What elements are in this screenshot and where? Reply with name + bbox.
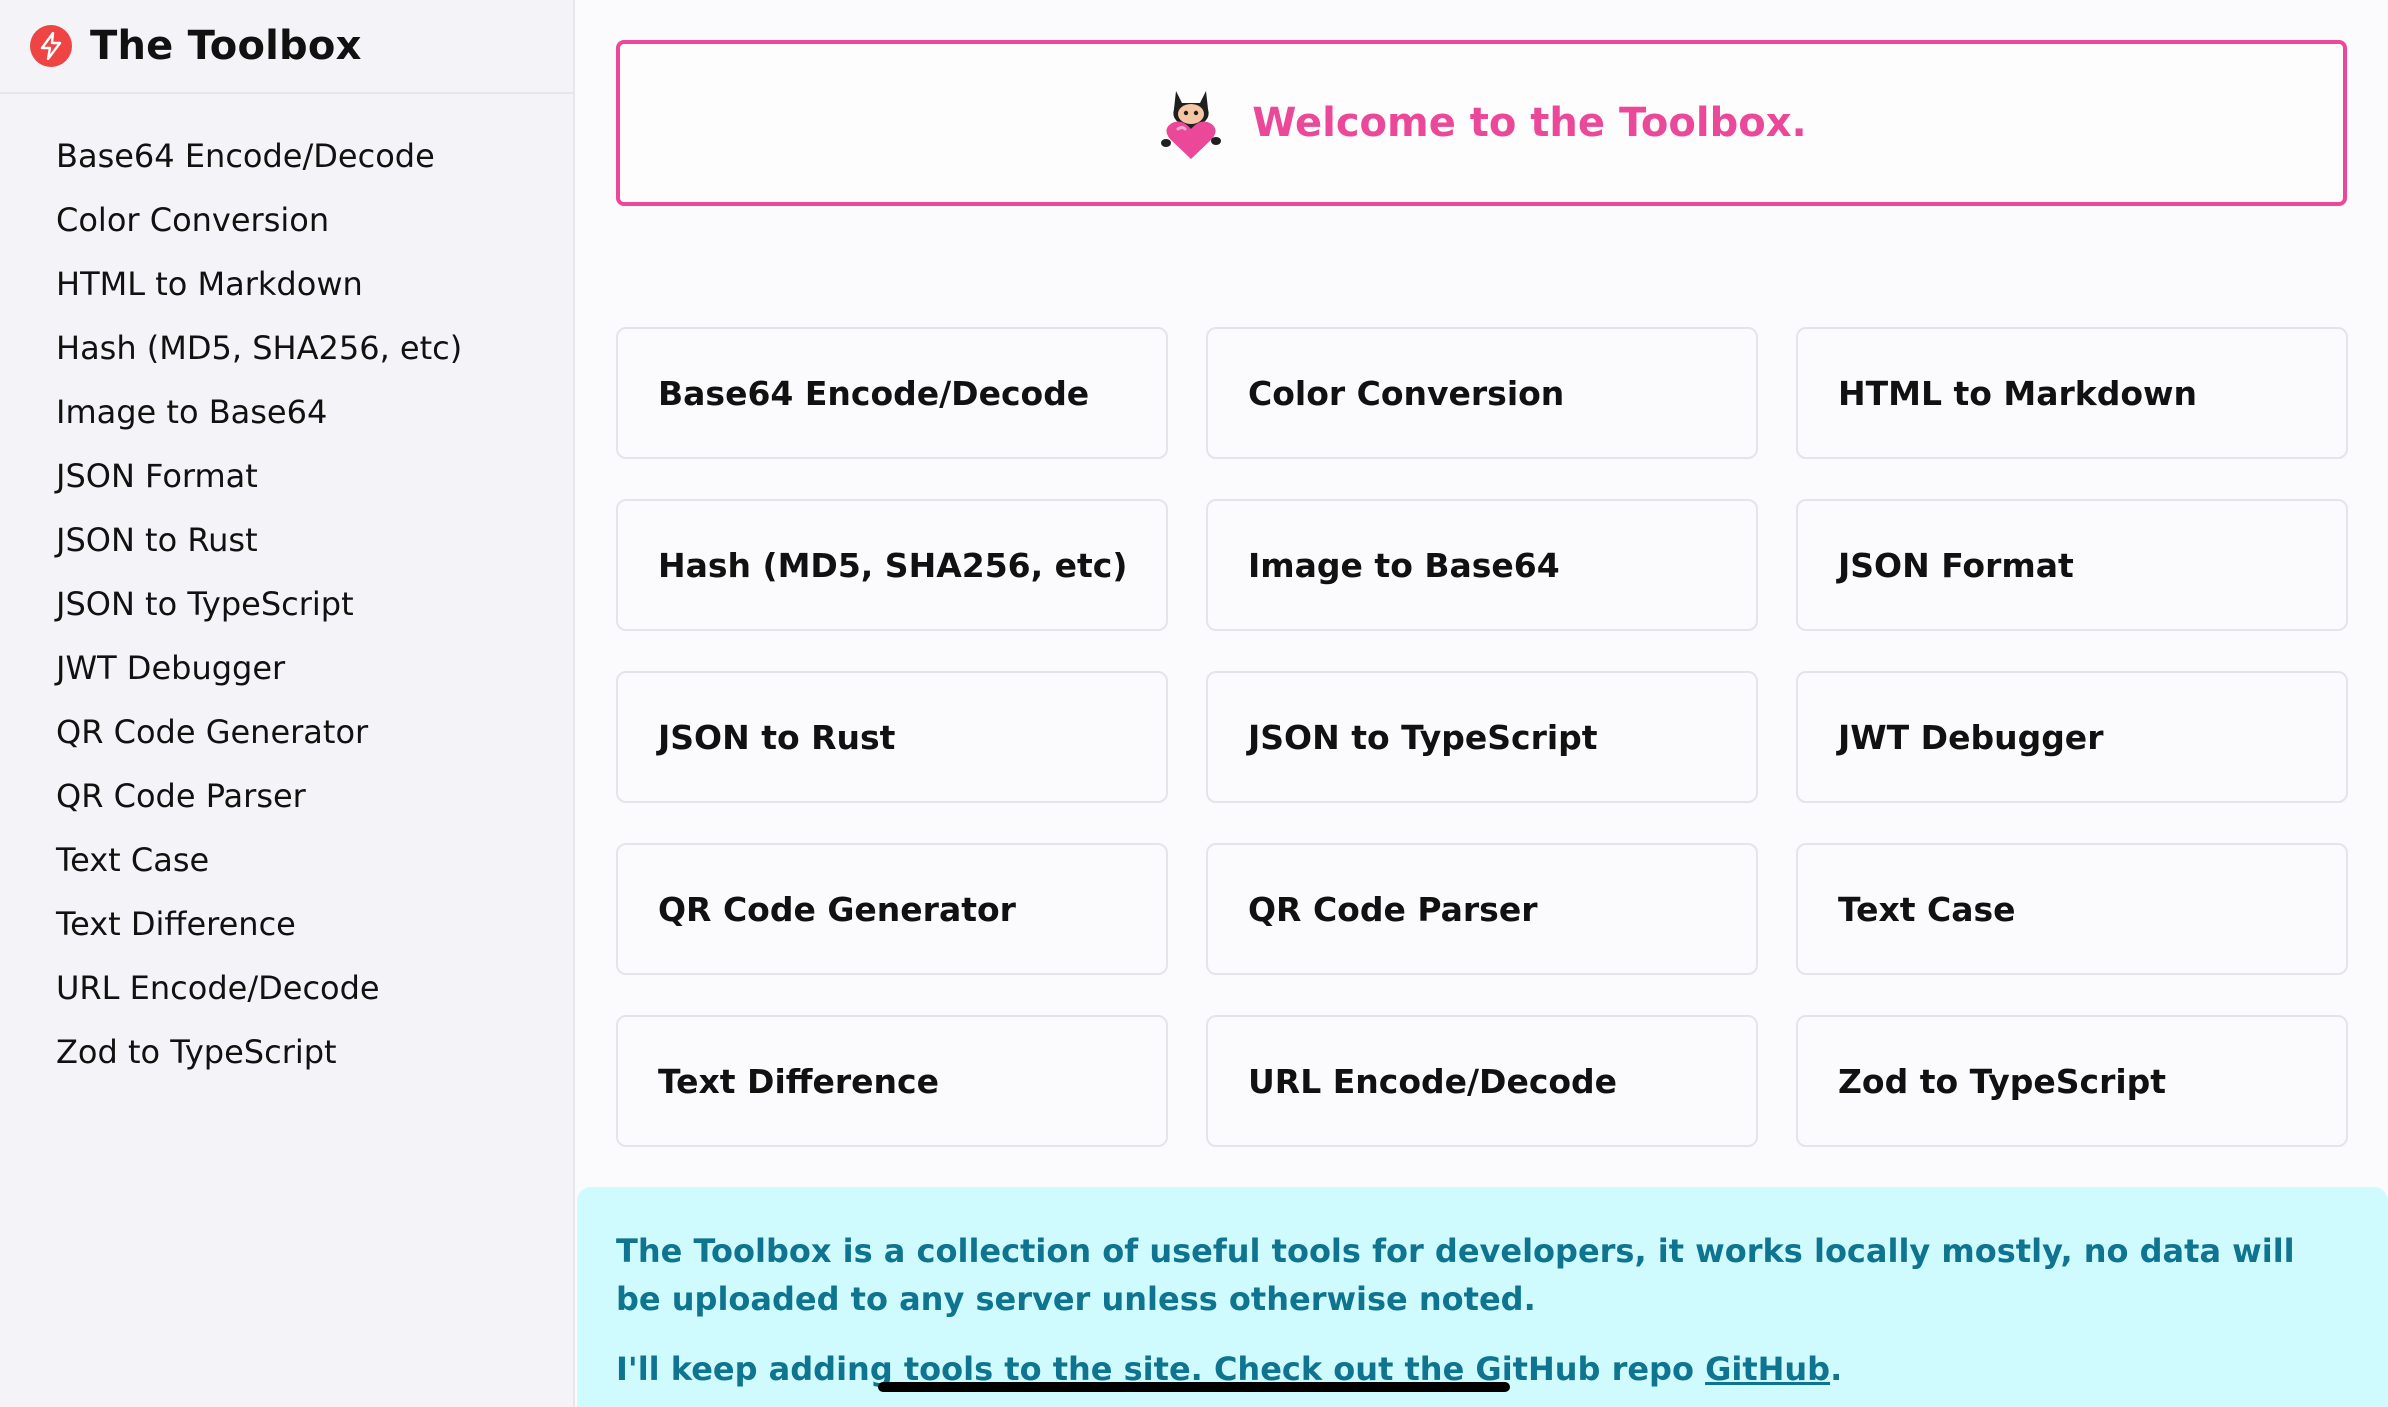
tool-card-json-format[interactable]: JSON Format <box>1796 499 2348 631</box>
github-link[interactable]: GitHub <box>1705 1350 1830 1388</box>
tool-card-color-conversion[interactable]: Color Conversion <box>1206 327 1758 459</box>
sidebar-item-qr-code-generator[interactable]: QR Code Generator <box>0 700 573 764</box>
lightning-bolt-icon <box>30 25 72 67</box>
sidebar-item-text-case[interactable]: Text Case <box>0 828 573 892</box>
tool-card-base64[interactable]: Base64 Encode/Decode <box>616 327 1168 459</box>
info-description: The Toolbox is a collection of useful to… <box>616 1232 2295 1318</box>
tool-card-html-to-markdown[interactable]: HTML to Markdown <box>1796 327 2348 459</box>
sidebar: The Toolbox Base64 Encode/Decode Color C… <box>0 0 575 1407</box>
sidebar-item-image-to-base64[interactable]: Image to Base64 <box>0 380 573 444</box>
tool-card-zod-to-typescript[interactable]: Zod to TypeScript <box>1796 1015 2348 1147</box>
sidebar-item-jwt-debugger[interactable]: JWT Debugger <box>0 636 573 700</box>
octocat-heart-icon <box>1161 91 1222 159</box>
sidebar-item-base64[interactable]: Base64 Encode/Decode <box>0 124 573 188</box>
sidebar-item-html-to-markdown[interactable]: HTML to Markdown <box>0 252 573 316</box>
tool-card-url-encode[interactable]: URL Encode/Decode <box>1206 1015 1758 1147</box>
tool-card-json-to-typescript[interactable]: JSON to TypeScript <box>1206 671 1758 803</box>
tool-card-json-to-rust[interactable]: JSON to Rust <box>616 671 1168 803</box>
welcome-banner: Welcome to the Toolbox. <box>616 40 2347 206</box>
sidebar-item-json-to-rust[interactable]: JSON to Rust <box>0 508 573 572</box>
welcome-title: Welcome to the Toolbox. <box>1252 100 1807 146</box>
sidebar-item-zod-to-typescript[interactable]: Zod to TypeScript <box>0 1020 573 1084</box>
info-github-suffix: . <box>1830 1350 1843 1388</box>
sidebar-item-json-format[interactable]: JSON Format <box>0 444 573 508</box>
sidebar-item-hash[interactable]: Hash (MD5, SHA256, etc) <box>0 316 573 380</box>
tool-card-qr-code-parser[interactable]: QR Code Parser <box>1206 843 1758 975</box>
app-title: The Toolbox <box>90 23 362 69</box>
sidebar-item-text-difference[interactable]: Text Difference <box>0 892 573 956</box>
info-panel: The Toolbox is a collection of useful to… <box>577 1187 2388 1407</box>
home-indicator[interactable] <box>878 1382 1510 1392</box>
tool-grid: Base64 Encode/Decode Color Conversion HT… <box>616 327 2348 1147</box>
tool-card-hash[interactable]: Hash (MD5, SHA256, etc) <box>616 499 1168 631</box>
tool-card-qr-code-generator[interactable]: QR Code Generator <box>616 843 1168 975</box>
sidebar-item-color-conversion[interactable]: Color Conversion <box>0 188 573 252</box>
main-content: Welcome to the Toolbox. Base64 Encode/De… <box>577 0 2388 1407</box>
sidebar-item-url-encode[interactable]: URL Encode/Decode <box>0 956 573 1020</box>
sidebar-item-qr-code-parser[interactable]: QR Code Parser <box>0 764 573 828</box>
app-root: The Toolbox Base64 Encode/Decode Color C… <box>0 0 2388 1407</box>
sidebar-item-json-to-typescript[interactable]: JSON to TypeScript <box>0 572 573 636</box>
tool-card-text-case[interactable]: Text Case <box>1796 843 2348 975</box>
tool-card-jwt-debugger[interactable]: JWT Debugger <box>1796 671 2348 803</box>
sidebar-nav: Base64 Encode/Decode Color Conversion HT… <box>0 94 573 1084</box>
tool-card-image-to-base64[interactable]: Image to Base64 <box>1206 499 1758 631</box>
tool-card-text-difference[interactable]: Text Difference <box>616 1015 1168 1147</box>
brand[interactable]: The Toolbox <box>0 0 573 94</box>
